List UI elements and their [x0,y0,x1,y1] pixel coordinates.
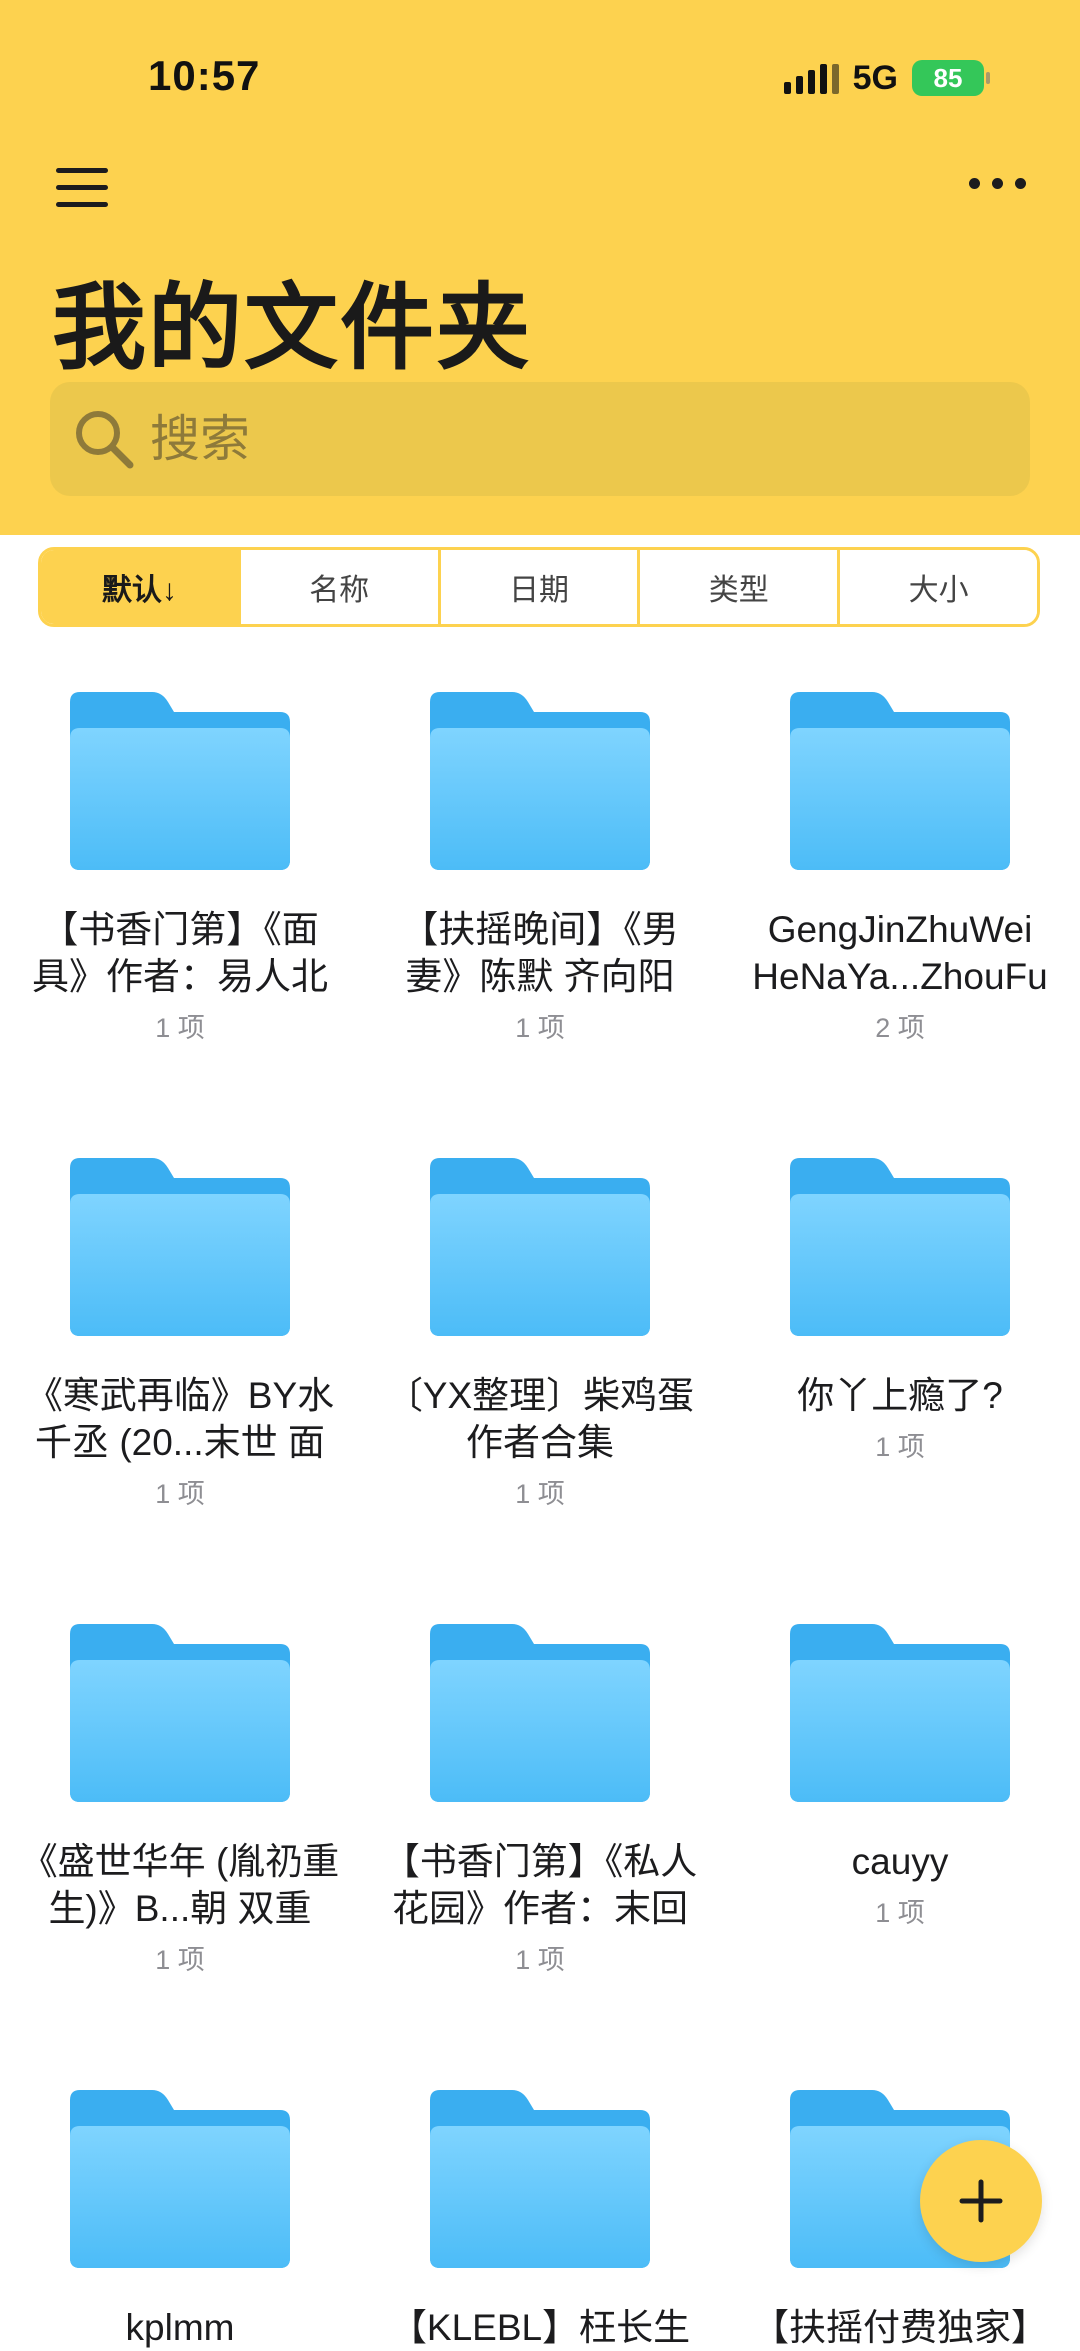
plus-icon [959,2179,1003,2223]
folder-name: 《寒武再临》BY水千丞 (20...末世 面 [25,1375,335,1463]
folder-count: 1 项 [155,1013,205,1043]
folder-name: 【书香门第】《私人花园》作者：末回 [382,1841,698,1929]
folder-icon [430,1624,650,1802]
folder-item[interactable]: GengJinZhuWei HeNaYa...ZhouFu 2 项 [720,692,1080,1045]
folder-name: 【扶摇晚间】《男妻》陈默 齐向阳 [401,909,679,997]
menu-icon[interactable] [56,164,112,212]
sort-tab-type[interactable]: 类型 [637,550,838,624]
folder-item[interactable]: 〔YX整理〕柴鸡蛋作者合集 1 项 [360,1158,720,1511]
folder-name: 【书香门第】《面具》作者：易人北 [32,909,328,997]
folder-count: 1 项 [155,1945,205,1975]
sort-tab-date[interactable]: 日期 [437,550,638,624]
network-label: 5G [852,58,898,97]
folder-item[interactable]: 你丫上瘾了? 1 项 [720,1158,1080,1464]
page-title: 我的文件夹 [52,275,533,380]
folder-item[interactable]: 【书香门第】《面具》作者：易人北 1 项 [0,692,360,1045]
add-button[interactable] [920,2140,1042,2262]
more-options-icon[interactable] [969,178,1026,189]
folder-icon [790,1158,1010,1336]
folder-count: 1 项 [515,1945,565,1975]
folder-name: GengJinZhuWei HeNaYa...ZhouFu [752,909,1048,997]
folder-count: 1 项 [515,1479,565,1509]
folder-name: 你丫上瘾了? [797,1375,1003,1416]
folder-item[interactable]: 《盛世华年 (胤礽重生)》B...朝 双重 1 项 [0,1624,360,1977]
folder-count: 1 项 [875,1432,925,1462]
sort-tab-name[interactable]: 名称 [237,550,438,624]
folder-icon [70,692,290,870]
folder-item[interactable]: 《寒武再临》BY水千丞 (20...末世 面 1 项 [0,1158,360,1511]
folder-name: kplmm [125,2307,235,2348]
folder-icon [790,692,1010,870]
folder-name: 【扶摇付费独家】 [752,2307,1048,2348]
folder-item[interactable]: cauyy 1 项 [720,1624,1080,1930]
search-input[interactable] [148,409,972,469]
folder-item[interactable]: 【书香门第】《私人花园》作者：末回 1 项 [360,1624,720,1977]
battery-level: 85 [933,62,963,93]
folder-item[interactable]: 【KLEBL】枉长生 [360,2090,720,2351]
folder-count: 1 项 [875,1898,925,1928]
folder-icon [430,692,650,870]
folder-count: 1 项 [155,1479,205,1509]
folder-icon [430,1158,650,1336]
status-time: 10:57 [148,52,261,99]
search-icon [76,411,134,469]
folder-item[interactable]: kplmm [0,2090,360,2351]
folder-icon [790,1624,1010,1802]
folder-name: 《盛世华年 (胤礽重生)》B...朝 双重 [20,1841,340,1929]
sort-tab-size[interactable]: 大小 [837,550,1037,624]
status-indicators: 5G 85 [783,58,990,98]
folder-icon [70,1158,290,1336]
header-bar: 10:57 5G 85 我的文件夹 [0,0,1080,535]
folder-icon [430,2090,650,2268]
sort-tab-default[interactable]: 默认↓ [41,550,238,624]
search-bar[interactable] [50,382,1030,496]
folder-name: cauyy [851,1841,949,1882]
folder-icon [70,2090,290,2268]
sort-segmented-control: 默认↓ 名称 日期 类型 大小 [38,547,1040,627]
folder-name: 【KLEBL】枉长生 [389,2307,691,2348]
folder-icon [70,1624,290,1802]
signal-icon [783,62,839,94]
folder-count: 2 项 [875,1013,925,1043]
folder-count: 1 项 [515,1013,565,1043]
folder-item[interactable]: 【扶摇晚间】《男妻》陈默 齐向阳 1 项 [360,692,720,1045]
folder-name: 〔YX整理〕柴鸡蛋作者合集 [385,1375,695,1463]
battery-icon: 85 [912,60,990,96]
